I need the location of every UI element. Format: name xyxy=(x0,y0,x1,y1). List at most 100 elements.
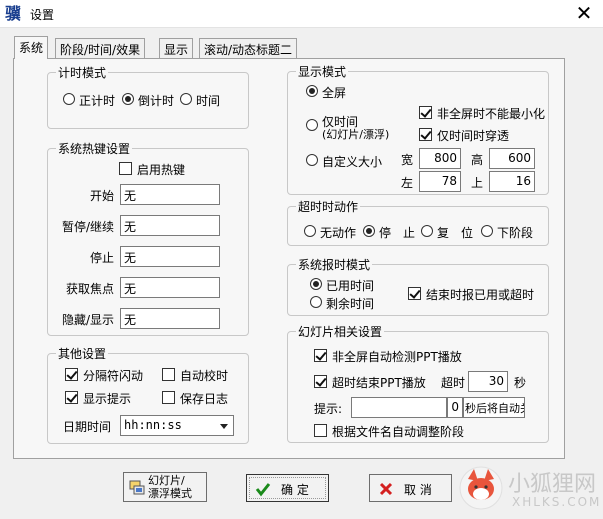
timeout-next-stage-label: 下阶段 xyxy=(497,226,534,240)
time-passthrough-checkbox[interactable] xyxy=(419,128,432,141)
hotkey-focus-label: 获取焦点 xyxy=(65,282,114,296)
save-log-label: 保存日志 xyxy=(180,392,229,406)
no-minimize-checkbox[interactable] xyxy=(419,106,432,119)
auto-detect-ppt-checkbox[interactable] xyxy=(314,349,327,362)
ok-button[interactable]: 确 定 xyxy=(246,474,329,502)
app-icon: 骥 xyxy=(5,4,22,23)
timeout-stop-radio[interactable] xyxy=(363,225,375,237)
date-time-format-select[interactable]: hh:nn:ss xyxy=(120,415,234,436)
top-input[interactable]: 16 xyxy=(489,171,535,192)
timer-mode-clock-label: 时间 xyxy=(196,94,221,108)
width-label: 宽 xyxy=(401,153,414,167)
hotkey-group: 系统热键设置 启用热键 开始 无 暂停/继续 无 停止 无 获取焦点 无 隐藏/… xyxy=(47,140,249,336)
hotkey-stop-label: 停止 xyxy=(89,251,114,265)
timeout-seconds-unit: 秒 xyxy=(514,376,527,390)
timeout-next-stage-radio[interactable] xyxy=(481,225,493,237)
slides-group: 幻灯片相关设置 非全屏自动检测PPT播放 超时结束PPT播放 超时 30 秒 提… xyxy=(287,323,549,443)
timeout-end-ppt-label: 超时结束PPT播放 xyxy=(332,376,426,390)
close-suffix-field: 秒后将自动关 xyxy=(463,397,525,418)
tab-display[interactable]: 显示 xyxy=(159,38,194,58)
report-remaining-label: 剩余时间 xyxy=(326,297,375,311)
close-seconds-input[interactable]: 0 xyxy=(447,397,463,418)
enable-hotkey-label: 启用热键 xyxy=(137,163,186,177)
other-settings-group: 其他设置 分隔符闪动 自动校时 显示提示 保存日志 日期时间 hh:nn:ss xyxy=(47,345,249,444)
hotkey-focus-input[interactable]: 无 xyxy=(120,277,220,298)
height-input[interactable]: 600 xyxy=(489,148,535,169)
report-mode-group: 系统报时模式 已用时间 剩余时间 结束时报已用或超时 xyxy=(287,256,549,316)
save-log-checkbox[interactable] xyxy=(162,391,175,404)
hotkey-toggle-input[interactable]: 无 xyxy=(120,308,220,329)
hotkey-start-label: 开始 xyxy=(89,189,114,203)
time-only-radio[interactable] xyxy=(306,119,318,131)
show-tips-checkbox[interactable] xyxy=(65,391,78,404)
tab-stage-time-effect[interactable]: 阶段/时间/效果 xyxy=(55,38,146,58)
timeout-stop-label: 停 止 xyxy=(379,226,416,240)
enable-hotkey-checkbox[interactable] xyxy=(119,162,132,175)
separator-blink-label: 分隔符闪动 xyxy=(83,369,144,383)
timeout-action-group: 超时时动作 无动作 停 止 复 位 下阶段 xyxy=(287,198,549,246)
watermark-name: 小狐狸网 xyxy=(508,472,597,497)
cancel-x-icon xyxy=(379,482,393,496)
prompt-input[interactable] xyxy=(351,397,447,418)
timer-mode-countdown-label: 倒计时 xyxy=(138,94,175,108)
show-tips-label: 显示提示 xyxy=(83,392,132,406)
cancel-label: 取 消 xyxy=(404,483,432,497)
report-mode-legend: 系统报时模式 xyxy=(296,256,373,273)
auto-sync-label: 自动校时 xyxy=(180,369,229,383)
custom-size-radio[interactable] xyxy=(306,154,318,166)
hotkey-start-input[interactable]: 无 xyxy=(120,184,220,205)
timer-mode-group: 计时模式 正计时 倒计时 时间 xyxy=(47,64,249,129)
no-minimize-label: 非全屏时不能最小化 xyxy=(437,107,546,121)
display-mode-group: 显示模式 全屏 仅时间 (幻灯片/漂浮) 自定义大小 非全屏时不能最小化 仅时间… xyxy=(287,63,549,195)
timeout-seconds-input[interactable]: 30 xyxy=(468,371,508,392)
report-remaining-radio[interactable] xyxy=(310,296,322,308)
slides-legend: 幻灯片相关设置 xyxy=(296,323,385,340)
other-settings-legend: 其他设置 xyxy=(56,345,109,362)
date-time-label: 日期时间 xyxy=(63,420,112,434)
watermark: 小狐狸网 XHLKS.COM xyxy=(458,462,601,517)
filename-adjust-checkbox[interactable] xyxy=(314,424,327,437)
date-time-format-value: hh:nn:ss xyxy=(124,418,182,432)
window-title: 设置 xyxy=(30,8,55,22)
fullscreen-radio[interactable] xyxy=(306,85,318,97)
tab-scroll-title[interactable]: 滚动/动态标题二 xyxy=(199,38,298,58)
check-icon xyxy=(255,483,271,497)
hotkey-pause-input[interactable]: 无 xyxy=(120,215,220,236)
timeout-reset-radio[interactable] xyxy=(421,225,433,237)
display-mode-legend: 显示模式 xyxy=(296,63,349,80)
timeout-reset-label: 复 位 xyxy=(437,226,474,240)
separator-blink-checkbox[interactable] xyxy=(65,368,78,381)
report-used-radio[interactable] xyxy=(310,278,322,290)
timeout-end-ppt-checkbox[interactable] xyxy=(314,375,327,388)
auto-detect-ppt-label: 非全屏自动检测PPT播放 xyxy=(332,350,462,364)
close-icon[interactable]: ✕ xyxy=(572,2,596,24)
timer-mode-clock-radio[interactable] xyxy=(180,93,192,105)
slides-icon xyxy=(129,480,145,495)
timer-mode-countup-radio[interactable] xyxy=(63,93,75,105)
cancel-button[interactable]: 取 消 xyxy=(369,474,452,502)
ok-label: 确 定 xyxy=(281,483,309,497)
timeout-action-legend: 超时时动作 xyxy=(296,198,361,215)
timer-mode-countup-label: 正计时 xyxy=(79,94,116,108)
timeout-none-radio[interactable] xyxy=(304,225,316,237)
top-label: 上 xyxy=(471,176,484,190)
timer-mode-countdown-radio[interactable] xyxy=(122,93,134,105)
hotkey-legend: 系统热键设置 xyxy=(56,140,133,157)
left-input[interactable]: 78 xyxy=(419,171,461,192)
slide-mode-line1: 幻灯片/ xyxy=(148,474,185,487)
report-used-label: 已用时间 xyxy=(326,279,375,293)
filename-adjust-label: 根据文件名自动调整阶段 xyxy=(332,425,465,439)
tab-system[interactable]: 系统 xyxy=(14,36,49,59)
watermark-url: XHLKS.COM xyxy=(512,495,602,509)
timeout-none-label: 无动作 xyxy=(320,226,357,240)
prompt-label: 提示: xyxy=(314,402,343,416)
hotkey-pause-label: 暂停/继续 xyxy=(61,220,114,234)
slide-mode-button[interactable]: 幻灯片/ 漂浮模式 xyxy=(123,472,207,502)
end-report-checkbox[interactable] xyxy=(408,287,421,300)
hotkey-stop-input[interactable]: 无 xyxy=(120,246,220,267)
auto-sync-checkbox[interactable] xyxy=(162,368,175,381)
end-report-label: 结束时报已用或超时 xyxy=(426,288,535,302)
width-input[interactable]: 800 xyxy=(419,148,461,169)
custom-size-label: 自定义大小 xyxy=(322,155,383,169)
timeout-seconds-label: 超时 xyxy=(441,376,466,390)
